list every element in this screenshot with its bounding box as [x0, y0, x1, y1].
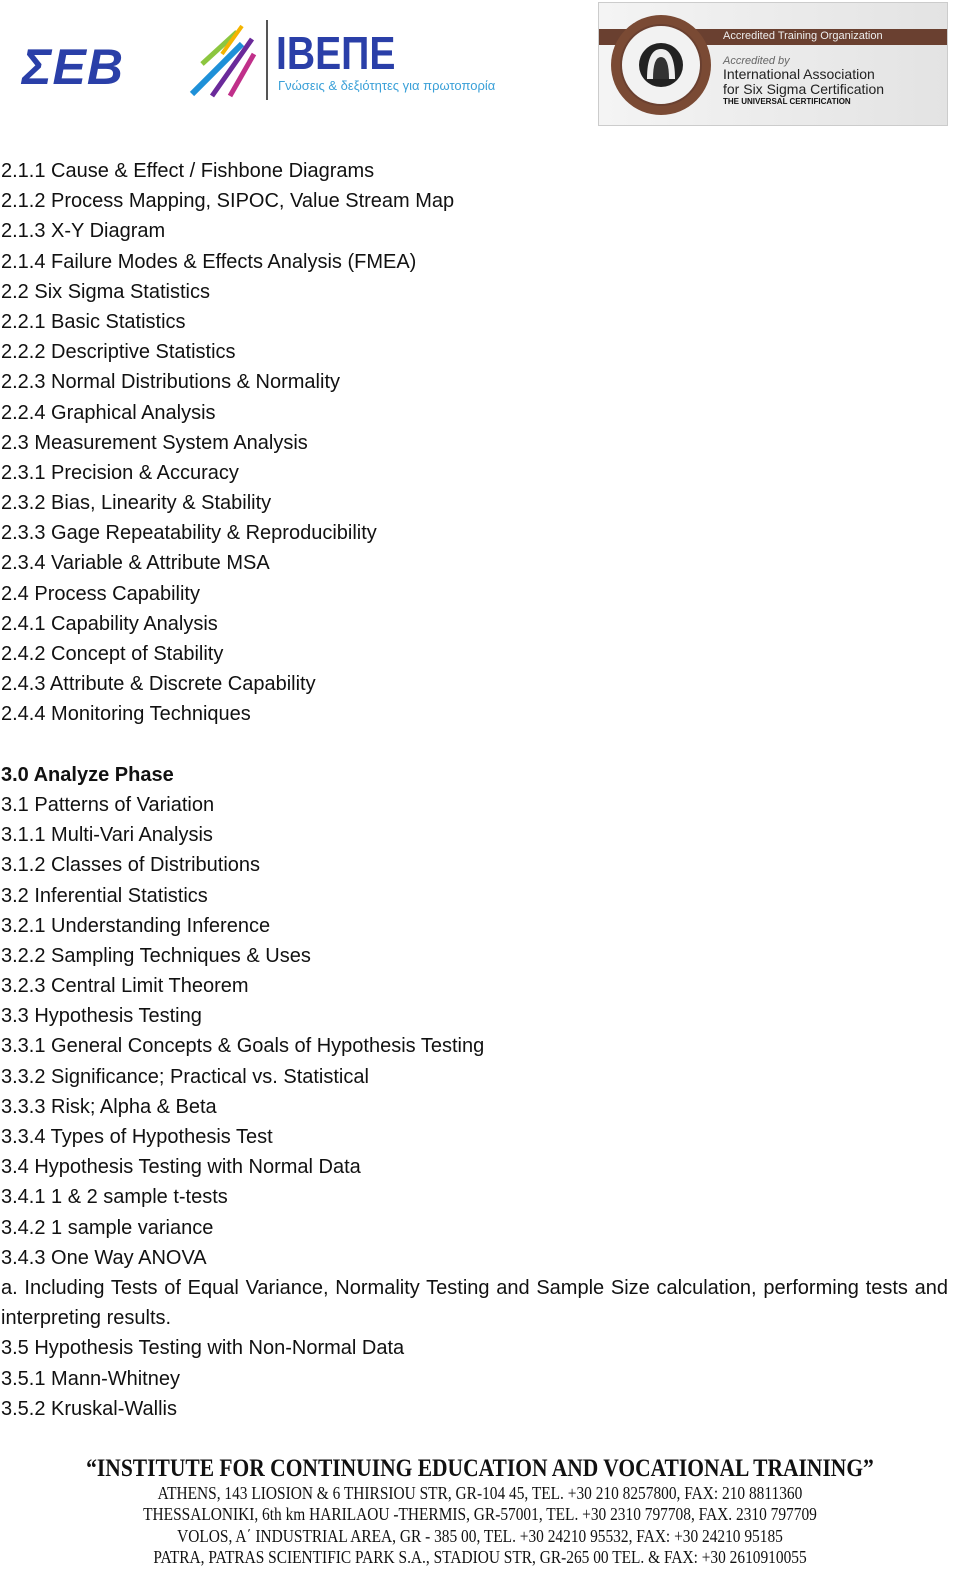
footer-address: ATHENS, 143 LIOSION & 6 THIRSIOU STR, GR… [157, 1483, 803, 1503]
page-footer: “INSTITUTE FOR CONTINUING EDUCATION AND … [0, 1455, 960, 1568]
list-item: 3.2.2 Sampling Techniques & Uses [1, 944, 311, 967]
list-item: 3.4.2 1 sample variance [1, 1216, 214, 1239]
footer-address: PATRA, PATRAS SCIENTIFIC PARK S.A., STAD… [153, 1546, 807, 1567]
institute-title: “INSTITUTE FOR CONTINUING EDUCATION AND … [86, 1455, 874, 1482]
list-item: 2.1.4 Failure Modes & Effects Analysis (… [1, 250, 417, 273]
list-item: 3.2.1 Understanding Inference [1, 914, 271, 937]
list-item: 2.2 Six Sigma Statistics [1, 280, 210, 303]
list-item: 3.3.1 General Concepts & Goals of Hypoth… [1, 1035, 485, 1058]
list-item: 3.3.3 Risk; Alpha & Beta [1, 1095, 217, 1118]
list-item: 3.1 Patterns of Variation [1, 793, 215, 816]
accreditation-tagline: THE UNIVERSAL CERTIFICATION [723, 97, 851, 106]
logo-divider [266, 20, 268, 100]
seb-brand: ΣΕΒ [22, 39, 124, 95]
list-item: 3.3.2 Significance; Practical vs. Statis… [1, 1065, 369, 1088]
list-item: 2.4.1 Capability Analysis [1, 612, 218, 635]
list-item: 3.4.3 One Way ANOVA [1, 1246, 207, 1269]
list-item: 3.4.1 1 & 2 sample t-tests [1, 1186, 228, 1209]
list-item: 3.1.2 Classes of Distributions [1, 854, 261, 877]
section-2-list: 2.1.1 Cause & Effect / Fishbone Diagrams… [1, 156, 948, 730]
footer-address: VOLOS, A΄ INDUSTRIAL AREA, GR - 385 00, … [177, 1525, 783, 1546]
list-item: 2.4.2 Concept of Stability [1, 643, 224, 665]
list-item: 3.5 Hypothesis Testing with Non-Normal D… [1, 1337, 405, 1360]
list-item: 2.3.3 Gage Repeatability & Reproducibili… [1, 522, 377, 545]
list-item: 2.4.3 Attribute & Discrete Capability [1, 673, 316, 696]
list-item: 2.4.4 Monitoring Techniques [1, 703, 251, 726]
syllabus-content: 2.1.1 Cause & Effect / Fishbone Diagrams… [1, 156, 948, 1424]
iassc-seal-icon [611, 15, 711, 115]
ibepe-tagline: Γνώσεις & δεξιότητες για πρωτοπορία [278, 78, 496, 93]
list-item: 3.4 Hypothesis Testing with Normal Data [1, 1156, 361, 1179]
list-item: 2.3.1 Precision & Accuracy [1, 461, 239, 484]
ibepe-name: ΙΒΕΠΕ [276, 27, 396, 79]
section-3-list-continued: 3.5 Hypothesis Testing with Non-Normal D… [1, 1333, 948, 1424]
list-item: 2.1.2 Process Mapping, SIPOC, Value Stre… [1, 190, 455, 213]
list-item: 3.1.1 Multi-Vari Analysis [1, 824, 213, 847]
seb-ibepe-logo: ΣΕΒ ΙΒΕΠΕ Γνώσεις & δεξιότητες για πρωτο… [22, 18, 522, 108]
footer-address: THESSALONIKI, 6th km HARILAOU -THERMIS, … [143, 1504, 817, 1525]
list-item: 3.2 Inferential Statistics [1, 884, 208, 907]
starburst-icon [189, 24, 257, 98]
accreditation-logo: Accredited Training Organization Accredi… [598, 2, 948, 126]
list-item: 2.4 Process Capability [1, 582, 200, 605]
list-item: 2.2.1 Basic Statistics [1, 310, 186, 333]
list-item: 2.1.1 Cause & Effect / Fishbone Diagrams [1, 160, 375, 182]
list-item: 3.2.3 Central Limit Theorem [1, 975, 249, 998]
list-item: 2.2.4 Graphical Analysis [1, 401, 216, 424]
list-item: 2.3.4 Variable & Attribute MSA [1, 552, 270, 575]
list-item: 2.1.3 X-Y Diagram [1, 220, 166, 243]
list-item: 2.3 Measurement System Analysis [1, 431, 308, 454]
list-item: 2.2.2 Descriptive Statistics [1, 341, 236, 364]
list-item: 3.5.2 Kruskal-Wallis [1, 1397, 177, 1420]
accreditation-org: International Association for Six Sigma … [723, 66, 885, 97]
section-heading: 3.0 Analyze Phase [1, 763, 174, 786]
list-item: 3.3 Hypothesis Testing [1, 1005, 202, 1028]
list-item: 3.5.1 Mann-Whitney [1, 1367, 180, 1390]
list-item: 2.3.2 Bias, Linearity & Stability [1, 492, 272, 515]
section-3-list: 3.1 Patterns of Variation 3.1.1 Multi-Var… [1, 790, 948, 1273]
list-item: 2.2.3 Normal Distributions & Normality [1, 371, 340, 394]
list-item: 3.3.4 Types of Hypothesis Test [1, 1126, 273, 1148]
page-header: ΣΕΒ ΙΒΕΠΕ Γνώσεις & δεξιότητες για πρωτο… [0, 0, 960, 130]
note-paragraph: a. Including Tests of Equal Variance, No… [1, 1276, 948, 1330]
